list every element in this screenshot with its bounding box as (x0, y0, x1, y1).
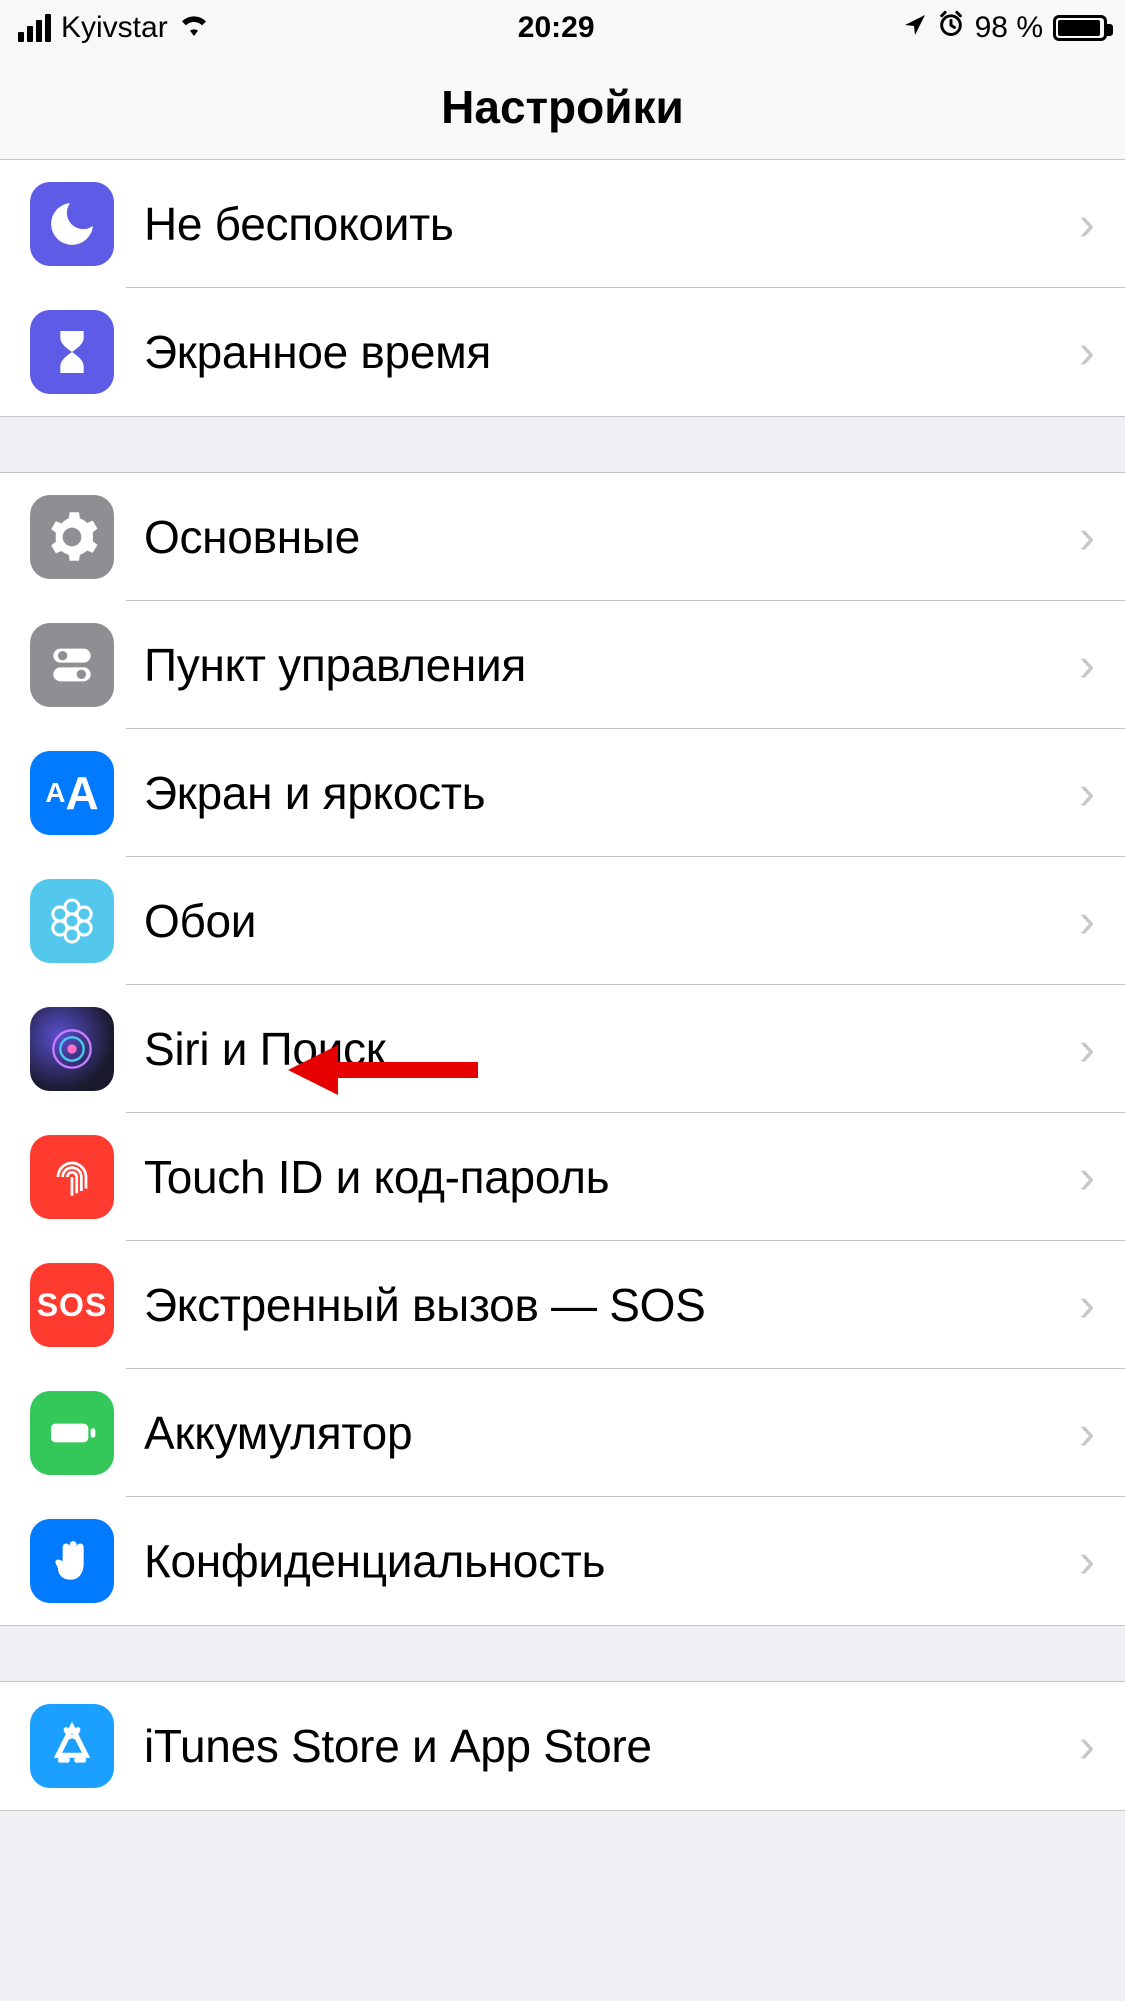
toggles-icon (30, 623, 114, 707)
row-display-brightness[interactable]: AA Экран и яркость › (0, 729, 1125, 857)
row-label: Экранное время (144, 325, 1079, 379)
status-time: 20:29 (518, 11, 595, 45)
hourglass-icon (30, 310, 114, 394)
carrier-label: Kyivstar (61, 11, 168, 45)
chevron-right-icon: › (1079, 1406, 1095, 1461)
flower-icon (30, 879, 114, 963)
row-screentime[interactable]: Экранное время › (0, 288, 1125, 416)
row-label: Не беспокоить (144, 197, 1079, 251)
chevron-right-icon: › (1079, 325, 1095, 380)
row-label: Основные (144, 510, 1079, 564)
location-icon (903, 11, 927, 45)
section-gap (0, 417, 1125, 472)
row-label: Touch ID и код-пароль (144, 1150, 1079, 1204)
chevron-right-icon: › (1079, 766, 1095, 821)
row-label: Конфиденциальность (144, 1534, 1079, 1588)
row-itunes-appstore[interactable]: iTunes Store и App Store › (0, 1682, 1125, 1810)
row-label: Siri и Поиск (144, 1022, 1079, 1076)
chevron-right-icon: › (1079, 510, 1095, 565)
siri-icon (30, 1007, 114, 1091)
chevron-right-icon: › (1079, 1150, 1095, 1205)
gear-icon (30, 495, 114, 579)
row-general[interactable]: Основные › (0, 473, 1125, 601)
chevron-right-icon: › (1079, 894, 1095, 949)
row-label: Пункт управления (144, 638, 1079, 692)
chevron-right-icon: › (1079, 638, 1095, 693)
chevron-right-icon: › (1079, 1278, 1095, 1333)
row-label: Аккумулятор (144, 1406, 1079, 1460)
battery-icon (1053, 15, 1107, 41)
row-wallpaper[interactable]: Обои › (0, 857, 1125, 985)
page-title: Настройки (441, 80, 684, 134)
sos-icon: SOS (30, 1263, 114, 1347)
battery-percent: 98 % (975, 11, 1043, 45)
row-touch-id[interactable]: Touch ID и код-пароль › (0, 1113, 1125, 1241)
settings-section-2: iTunes Store и App Store › (0, 1681, 1125, 1811)
fingerprint-icon (30, 1135, 114, 1219)
row-label: Обои (144, 894, 1079, 948)
row-siri-search[interactable]: Siri и Поиск › (0, 985, 1125, 1113)
settings-section-0: Не беспокоить › Экранное время › (0, 160, 1125, 417)
row-label: Экстренный вызов — SOS (144, 1278, 1079, 1332)
wifi-icon (178, 10, 210, 46)
section-gap (0, 1626, 1125, 1681)
row-label: iTunes Store и App Store (144, 1719, 1079, 1773)
row-control-center[interactable]: Пункт управления › (0, 601, 1125, 729)
row-label: Экран и яркость (144, 766, 1079, 820)
chevron-right-icon: › (1079, 197, 1095, 252)
row-privacy[interactable]: Конфиденциальность › (0, 1497, 1125, 1625)
moon-icon (30, 182, 114, 266)
settings-section-1: Основные › Пункт управления › AA Экран и… (0, 472, 1125, 1626)
chevron-right-icon: › (1079, 1022, 1095, 1077)
appstore-icon (30, 1704, 114, 1788)
status-right: 98 % (903, 10, 1107, 46)
hand-icon (30, 1519, 114, 1603)
alarm-icon (937, 10, 965, 46)
chevron-right-icon: › (1079, 1719, 1095, 1774)
status-left: Kyivstar (18, 10, 210, 46)
row-sos[interactable]: SOS Экстренный вызов — SOS › (0, 1241, 1125, 1369)
row-dnd[interactable]: Не беспокоить › (0, 160, 1125, 288)
chevron-right-icon: › (1079, 1534, 1095, 1589)
text-size-icon: AA (30, 751, 114, 835)
battery-full-icon (30, 1391, 114, 1475)
row-battery[interactable]: Аккумулятор › (0, 1369, 1125, 1497)
nav-header: Настройки (0, 55, 1125, 160)
cellular-signal-icon (18, 14, 51, 42)
status-bar: Kyivstar 20:29 98 % (0, 0, 1125, 55)
